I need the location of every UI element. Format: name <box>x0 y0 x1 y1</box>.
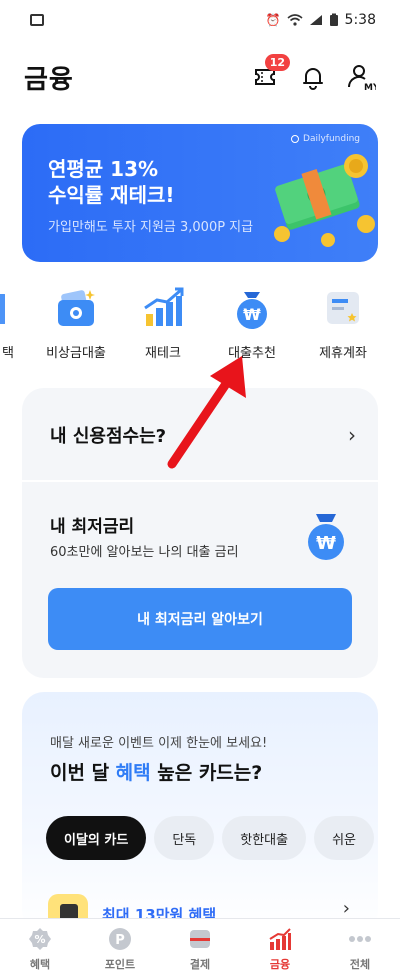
banner-headline-2: 수익률 재테크! <box>48 183 175 207</box>
quick-item-label: 택 <box>2 346 14 361</box>
lowest-rate-subtitle: 60초만에 알아보는 나의 대출 금리 <box>50 545 239 560</box>
brand-name: Dailyfunding <box>303 134 360 144</box>
my-page-button[interactable]: MY <box>346 62 376 92</box>
chip-exclusive[interactable]: 단독 <box>154 816 215 860</box>
svg-text:₩: ₩ <box>316 533 336 554</box>
card-section-subtitle: 매달 새로운 이벤트 이제 한눈에 보세요! <box>50 736 268 751</box>
credit-score-title: 내 신용점수는? <box>50 426 167 447</box>
nav-label: 포인트 <box>104 957 136 971</box>
chip-hot-loan[interactable]: 핫한대출 <box>222 816 307 860</box>
svg-text:MY: MY <box>364 83 376 92</box>
status-bar: ⏰ 5:38 <box>0 0 400 40</box>
wifi-icon <box>287 14 303 26</box>
status-time: 5:38 <box>344 12 376 28</box>
bottom-navigation: % 혜택 P 포인트 결제 금융 전체 <box>0 918 400 978</box>
bell-button[interactable] <box>298 62 328 92</box>
quick-item-label: 비상금대출 <box>46 346 106 361</box>
nav-label: 결제 <box>189 957 211 971</box>
user-my-icon: MY <box>348 65 376 92</box>
money-coins-icon <box>274 154 375 247</box>
nav-points[interactable]: P 포인트 <box>80 919 160 978</box>
quick-item-label: 제휴계좌 <box>319 346 367 361</box>
bell-icon <box>303 68 323 90</box>
ticket-button[interactable]: 12 <box>250 54 290 92</box>
money-bag-icon: ₩ <box>237 292 267 329</box>
quick-item-partial[interactable]: 택 <box>0 286 28 361</box>
check-lowest-rate-button[interactable]: 내 최저금리 알아보기 <box>48 588 352 650</box>
chip-easy[interactable]: 쉬운 <box>314 816 375 860</box>
growth-chart-icon <box>144 287 184 326</box>
notification-badge: 12 <box>264 54 290 71</box>
svg-text:₩: ₩ <box>243 305 261 324</box>
promo-banner[interactable]: Dailyfunding 연평균 13% 수익률 재테크! 가입만해도 투자 지… <box>22 124 378 262</box>
lowest-rate-title: 내 최저금리 <box>50 517 135 537</box>
nav-label: 혜택 <box>29 957 51 971</box>
chevron-right-icon: › <box>342 898 350 919</box>
red-arrow-annotation <box>167 356 246 469</box>
nav-finance[interactable]: 금융 <box>240 919 320 978</box>
alarm-icon: ⏰ <box>265 13 281 27</box>
nav-benefits[interactable]: % 혜택 <box>0 919 80 978</box>
page-title: 금융 <box>24 64 74 95</box>
partial-icon <box>0 294 5 324</box>
brand-logo-icon <box>291 135 300 143</box>
svg-text:%: % <box>34 933 45 946</box>
nav-all[interactable]: 전체 <box>320 919 400 978</box>
gallery-icon <box>30 14 44 26</box>
battery-icon <box>329 13 338 26</box>
svg-text:P: P <box>115 933 125 948</box>
card-scan-icon <box>190 929 210 948</box>
point-icon: P <box>109 927 131 950</box>
finance-chart-icon <box>269 927 291 950</box>
bank-book-icon <box>327 292 359 324</box>
chip-monthly-card[interactable]: 이달의 카드 <box>46 816 147 860</box>
signal-icon <box>309 15 322 25</box>
more-icon <box>349 935 371 942</box>
nav-label: 전체 <box>349 957 371 971</box>
app-header: 금융 12 MY <box>0 52 400 102</box>
banner-brand: Dailyfunding <box>291 134 360 144</box>
card-benefit-section: 매달 새로운 이벤트 이제 한눈에 보세요! 이번 달 혜택 높은 카드는? 이… <box>22 692 378 932</box>
nav-label: 금융 <box>269 957 291 971</box>
quick-item-partner-account[interactable]: 제휴계좌 <box>298 286 388 361</box>
divider <box>22 480 378 482</box>
banner-headline-1: 연평균 13% <box>48 157 159 181</box>
chevron-right-icon: › <box>348 423 356 447</box>
percent-icon: % <box>29 927 51 950</box>
nav-payment[interactable]: 결제 <box>160 919 240 978</box>
card-section-title: 이번 달 혜택 높은 카드는? <box>50 762 263 784</box>
card-filter-chips: 이달의 카드 단독 핫한대출 쉬운 <box>46 816 375 860</box>
wallet-icon <box>58 290 95 326</box>
quick-item-emergency-loan[interactable]: 비상금대출 <box>31 286 121 361</box>
banner-subtext: 가입만해도 투자 지원금 3,000P 지급 <box>48 220 254 235</box>
money-bag-icon: ₩ <box>308 514 344 560</box>
